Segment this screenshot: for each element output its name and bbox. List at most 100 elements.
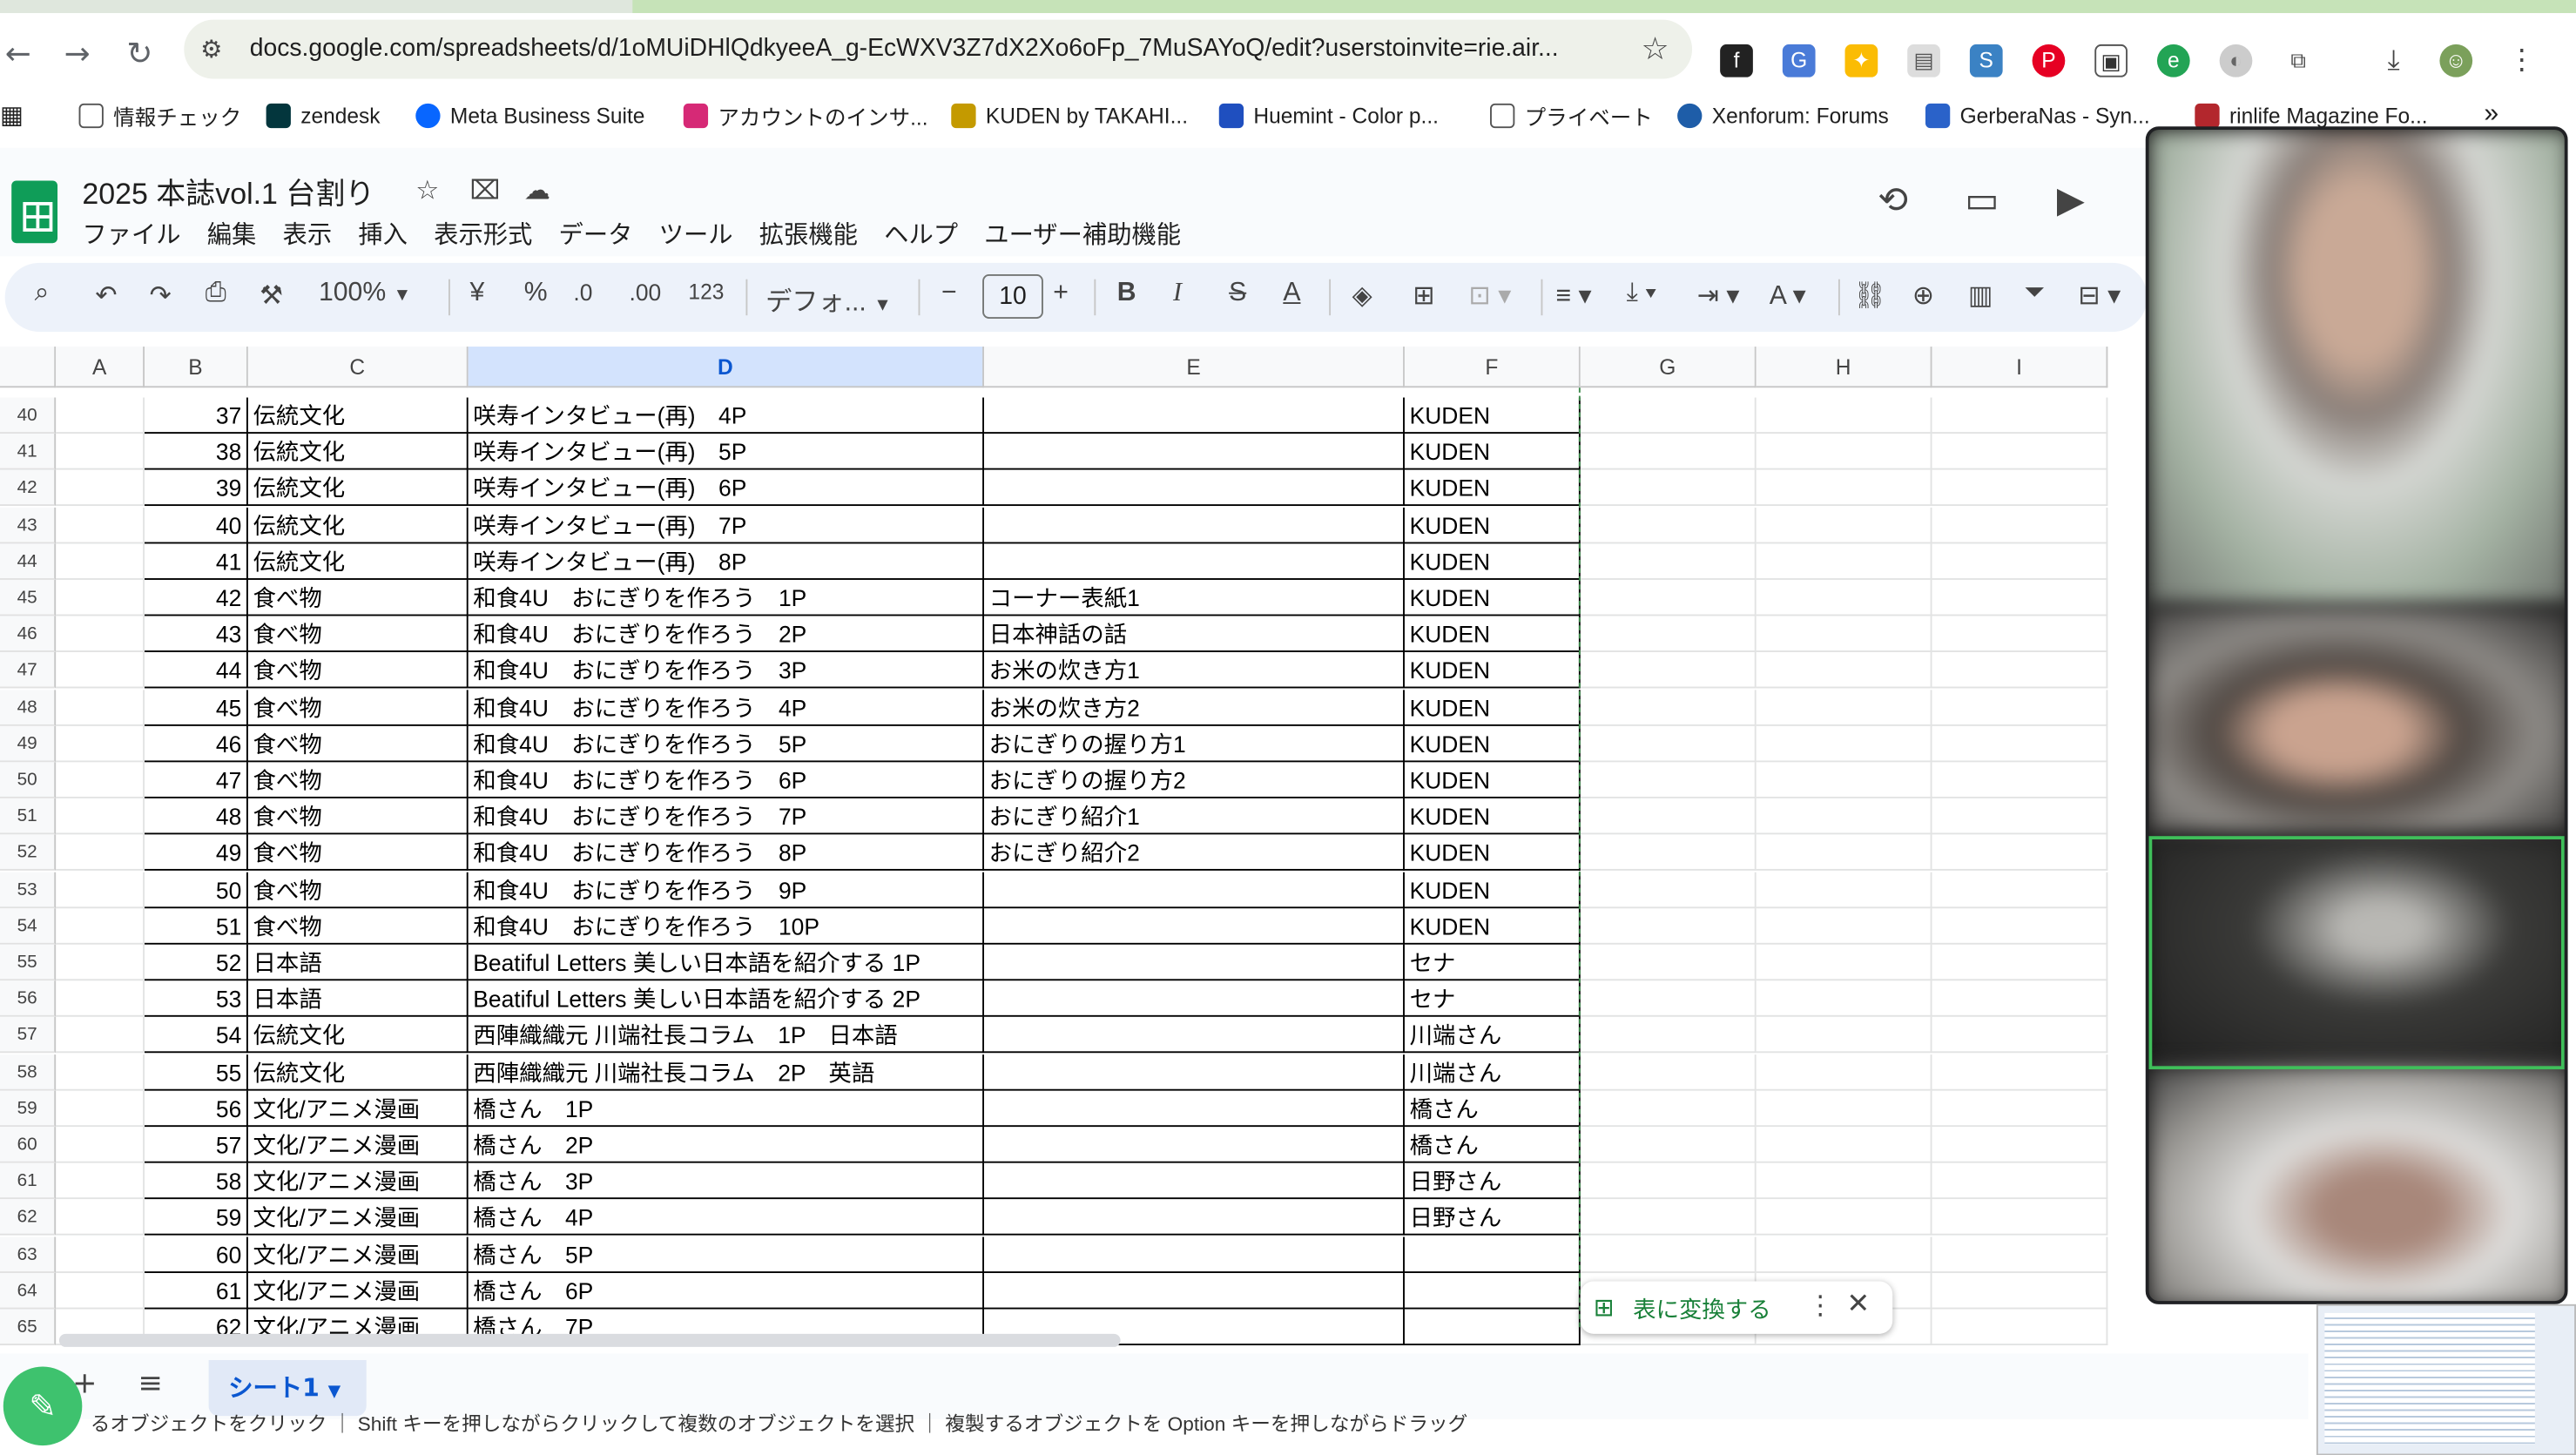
fill-color-icon[interactable]: ◈: [1352, 280, 1372, 313]
cell-i[interactable]: [1932, 543, 2108, 580]
cell-h[interactable]: [1756, 507, 1932, 543]
participant-video[interactable]: [2148, 130, 2565, 607]
cell-b[interactable]: 49: [145, 835, 248, 872]
download-icon[interactable]: ⤓: [2377, 44, 2411, 77]
cell-d[interactable]: 咲寿インタビュー(再) 8P: [468, 543, 985, 580]
cell-h[interactable]: [1756, 652, 1932, 690]
cell-c[interactable]: 文化/アニメ漫画: [247, 1127, 469, 1163]
all-sheets-icon[interactable]: ≡: [138, 1367, 162, 1402]
cell-h[interactable]: [1756, 980, 1932, 1018]
row-header[interactable]: 64: [0, 1272, 57, 1310]
cell-a[interactable]: [56, 725, 145, 762]
row-header[interactable]: 40: [0, 397, 57, 434]
menu-data[interactable]: データ: [559, 217, 648, 252]
cell-d[interactable]: 和食4U おにぎりを作ろう 9P: [468, 871, 985, 908]
bookmark-xenforum[interactable]: Xenforum: Forums: [1677, 98, 1889, 131]
cell-a[interactable]: [56, 689, 145, 726]
cell-g[interactable]: [1580, 1199, 1757, 1236]
screen-preview-thumbnail[interactable]: [2316, 1303, 2576, 1455]
cell-d[interactable]: 西陣織織元 川端社長コラム 1P 日本語: [468, 1017, 985, 1054]
cell-a[interactable]: [56, 762, 145, 798]
cell-b[interactable]: 60: [145, 1236, 248, 1273]
cell-g[interactable]: [1580, 1017, 1757, 1054]
back-icon[interactable]: ←: [0, 37, 37, 73]
row-header[interactable]: 60: [0, 1127, 57, 1163]
cell-h[interactable]: [1756, 397, 1932, 434]
image-extension-icon[interactable]: ▣: [2094, 44, 2128, 77]
address-bar[interactable]: ⚙ docs.google.com/spreadsheets/d/1oMUiDH…: [184, 19, 1693, 79]
cell-d[interactable]: 和食4U おにぎりを作ろう 6P: [468, 762, 985, 798]
column-header-i[interactable]: I: [1932, 347, 2108, 388]
cell-g[interactable]: [1580, 1162, 1757, 1200]
cell-d[interactable]: 橋さん 5P: [468, 1236, 985, 1273]
sheets-logo-icon[interactable]: [11, 180, 58, 244]
cell-b[interactable]: 61: [145, 1272, 248, 1310]
cell-b[interactable]: 51: [145, 907, 248, 945]
kebab-menu-icon[interactable]: ⋮: [2505, 44, 2539, 77]
select-all-corner[interactable]: [0, 347, 57, 388]
italic-icon[interactable]: I: [1173, 280, 1182, 309]
cell-a[interactable]: [56, 798, 145, 835]
menu-format[interactable]: 表示形式: [434, 217, 547, 252]
column-header-d[interactable]: D: [468, 347, 985, 388]
cell-e[interactable]: おにぎりの握り方1: [984, 725, 1405, 762]
cell-d[interactable]: 和食4U おにぎりを作ろう 8P: [468, 835, 985, 872]
cell-g[interactable]: [1580, 725, 1757, 762]
cell-e[interactable]: [984, 470, 1405, 507]
row-header[interactable]: 41: [0, 434, 57, 470]
cell-g[interactable]: [1580, 652, 1757, 690]
vertical-align-icon[interactable]: ⤓ ▾: [1627, 280, 1656, 309]
cell-g[interactable]: [1580, 543, 1757, 580]
cell-h[interactable]: [1756, 725, 1932, 762]
cell-f[interactable]: 日野さん: [1404, 1162, 1581, 1200]
decrease-font-size-icon[interactable]: −: [941, 280, 957, 309]
menu-help[interactable]: ヘルプ: [884, 217, 973, 252]
cell-h[interactable]: [1756, 944, 1932, 981]
evernote-icon[interactable]: e: [2156, 44, 2190, 77]
active-tab[interactable]: [632, 0, 2576, 14]
cell-c[interactable]: 伝統文化: [247, 1054, 469, 1090]
cell-h[interactable]: [1756, 543, 1932, 580]
cell-c[interactable]: 伝統文化: [247, 470, 469, 507]
cell-a[interactable]: [56, 1017, 145, 1054]
cell-g[interactable]: [1580, 798, 1757, 835]
cell-i[interactable]: [1932, 1272, 2108, 1310]
text-wrapping-icon[interactable]: ⇥ ▾: [1697, 280, 1740, 313]
cell-d[interactable]: 橋さん 6P: [468, 1272, 985, 1310]
cell-g[interactable]: [1580, 907, 1757, 945]
cell-e[interactable]: [984, 871, 1405, 908]
menu-view[interactable]: 表示: [283, 217, 347, 252]
menu-tools[interactable]: ツール: [659, 217, 748, 252]
cell-f[interactable]: 橋さん: [1404, 1127, 1581, 1163]
cell-i[interactable]: [1932, 1309, 2108, 1346]
cell-e[interactable]: お米の炊き方1: [984, 652, 1405, 690]
cell-e[interactable]: おにぎり紹介2: [984, 835, 1405, 872]
cell-b[interactable]: 46: [145, 725, 248, 762]
cell-c[interactable]: 食べ物: [247, 798, 469, 835]
cell-i[interactable]: [1932, 1199, 2108, 1236]
cell-i[interactable]: [1932, 871, 2108, 908]
row-header[interactable]: 55: [0, 944, 57, 981]
cell-h[interactable]: [1756, 798, 1932, 835]
cell-b[interactable]: 58: [145, 1162, 248, 1200]
cell-h[interactable]: [1756, 579, 1932, 616]
search-menus-icon[interactable]: ⌕: [35, 280, 50, 309]
extension-icon[interactable]: ✦: [1844, 44, 1878, 77]
cell-h[interactable]: [1756, 1054, 1932, 1090]
cell-i[interactable]: [1932, 725, 2108, 762]
extension-fx-icon[interactable]: f: [1720, 44, 1753, 77]
cell-a[interactable]: [56, 1090, 145, 1127]
cell-c[interactable]: 食べ物: [247, 725, 469, 762]
cell-f[interactable]: KUDEN: [1404, 470, 1581, 507]
column-header-h[interactable]: H: [1756, 347, 1932, 388]
reload-icon[interactable]: ↻: [122, 37, 158, 73]
more-options-icon[interactable]: ⋮: [1807, 1290, 1833, 1321]
cell-i[interactable]: [1932, 652, 2108, 690]
cell-c[interactable]: 食べ物: [247, 835, 469, 872]
cell-e[interactable]: 日本神話の話: [984, 616, 1405, 653]
cell-c[interactable]: 伝統文化: [247, 507, 469, 543]
cell-b[interactable]: 50: [145, 871, 248, 908]
strikethrough-icon[interactable]: S: [1229, 280, 1246, 309]
cell-f[interactable]: [1404, 1309, 1581, 1346]
menu-file[interactable]: ファイル: [82, 217, 195, 252]
